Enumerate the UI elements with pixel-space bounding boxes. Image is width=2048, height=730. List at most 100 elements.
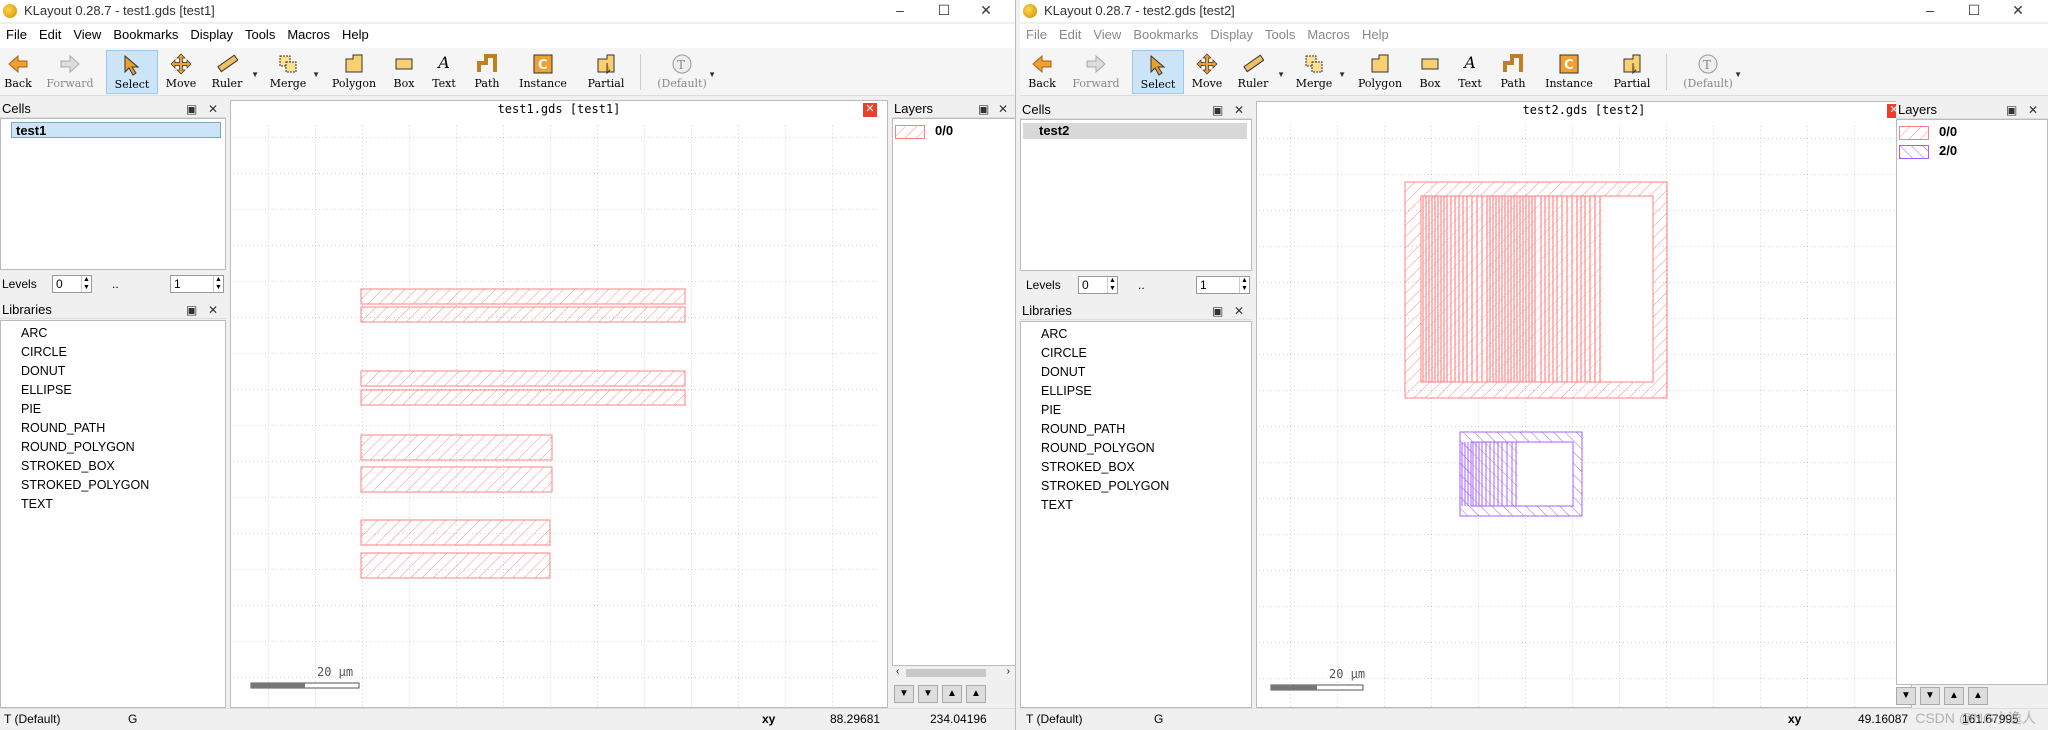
- library-item-circle[interactable]: CIRCLE: [1021, 344, 1251, 363]
- layer-row-0-0[interactable]: 0/0: [1899, 124, 1957, 140]
- float-panel-icon[interactable]: ▣: [1212, 302, 1223, 320]
- library-item-donut[interactable]: DONUT: [1021, 363, 1251, 382]
- close-panel-icon[interactable]: ✕: [1234, 101, 1244, 119]
- spin-arrows-icon[interactable]: ▲ ▼: [1107, 277, 1117, 293]
- menu-help[interactable]: Help: [336, 24, 375, 42]
- move-up-icon[interactable]: ▲: [1944, 687, 1964, 705]
- layout-canvas[interactable]: test1.gds [test1] ✕ 20 µm: [230, 100, 888, 708]
- layers-hscrollbar[interactable]: ‹ ›: [894, 666, 1012, 680]
- move-tool-button[interactable]: Move: [1181, 50, 1233, 94]
- instance-tool-button[interactable]: C Instance: [1543, 50, 1595, 94]
- layout-canvas[interactable]: test2.gds [test2] ✕ 20 µm: [1256, 101, 1912, 708]
- library-item-round-polygon[interactable]: ROUND_POLYGON: [1, 438, 225, 457]
- library-item-ellipse[interactable]: ELLIPSE: [1, 381, 225, 400]
- level-to-spinbox[interactable]: 1 ▲ ▼: [170, 275, 224, 293]
- move-up-icon[interactable]: ▲: [966, 685, 986, 703]
- float-panel-icon[interactable]: ▣: [2006, 101, 2017, 119]
- merge-tool-button[interactable]: Merge ▼: [262, 50, 320, 94]
- library-item-round-path[interactable]: ROUND_PATH: [1, 419, 225, 438]
- menu-bookmarks[interactable]: Bookmarks: [107, 24, 184, 42]
- ruler-dropdown-icon[interactable]: ▼: [1277, 70, 1285, 79]
- close-panel-icon[interactable]: ✕: [2028, 101, 2038, 119]
- default-template-button[interactable]: T (Default) ▼: [1680, 50, 1742, 94]
- library-item-stroked-box[interactable]: STROKED_BOX: [1, 457, 225, 476]
- move-down-icon[interactable]: ▼: [1920, 687, 1940, 705]
- library-item-stroked-polygon[interactable]: STROKED_POLYGON: [1021, 477, 1251, 496]
- close-panel-icon[interactable]: ✕: [208, 100, 218, 118]
- move-down-icon[interactable]: ▼: [918, 685, 938, 703]
- path-tool-button[interactable]: Path: [1487, 50, 1539, 94]
- partial-tool-button[interactable]: Partial: [1606, 50, 1658, 94]
- default-dropdown-icon[interactable]: ▼: [708, 70, 716, 79]
- close-panel-icon[interactable]: ✕: [1234, 302, 1244, 320]
- default-template-button[interactable]: T (Default) ▼: [654, 50, 716, 94]
- maximize-button[interactable]: ☐: [924, 0, 964, 22]
- menu-macros[interactable]: Macros: [1301, 24, 1356, 42]
- float-panel-icon[interactable]: ▣: [186, 301, 197, 319]
- library-item-arc[interactable]: ARC: [1, 324, 225, 343]
- move-down-icon[interactable]: ▼: [1896, 687, 1916, 705]
- menu-display[interactable]: Display: [1204, 24, 1259, 42]
- maximize-button[interactable]: ☐: [1954, 0, 1994, 22]
- back-button[interactable]: Back: [0, 50, 44, 94]
- layer-row-2-0[interactable]: 2/0: [1899, 143, 1957, 159]
- move-down-icon[interactable]: ▼: [894, 685, 914, 703]
- select-tool-button[interactable]: Select: [1132, 50, 1184, 94]
- spin-arrows-icon[interactable]: ▲ ▼: [1239, 277, 1249, 293]
- library-item-pie[interactable]: PIE: [1021, 401, 1251, 420]
- menu-display[interactable]: Display: [184, 24, 239, 42]
- spin-arrows-icon[interactable]: ▲ ▼: [81, 276, 91, 292]
- ruler-tool-button[interactable]: Ruler ▼: [1227, 50, 1285, 94]
- menu-macros[interactable]: Macros: [281, 24, 336, 42]
- scroll-right-icon[interactable]: ›: [1007, 666, 1010, 677]
- cell-item-test1[interactable]: test1: [11, 122, 221, 138]
- minimize-button[interactable]: –: [1910, 0, 1950, 22]
- polygon-tool-button[interactable]: Polygon: [1354, 50, 1406, 94]
- menu-help[interactable]: Help: [1356, 24, 1395, 42]
- library-item-text[interactable]: TEXT: [1021, 496, 1251, 515]
- float-panel-icon[interactable]: ▣: [186, 100, 197, 118]
- library-item-pie[interactable]: PIE: [1, 400, 225, 419]
- back-button[interactable]: Back: [1020, 50, 1068, 94]
- menu-view[interactable]: View: [67, 24, 107, 42]
- close-panel-icon[interactable]: ✕: [998, 100, 1008, 118]
- level-from-spinbox[interactable]: 0 ▲ ▼: [52, 275, 92, 293]
- merge-dropdown-icon[interactable]: ▼: [1338, 70, 1346, 79]
- forward-button[interactable]: Forward: [44, 50, 96, 94]
- select-tool-button[interactable]: Select: [106, 50, 158, 94]
- ruler-tool-button[interactable]: Ruler ▼: [201, 50, 259, 94]
- menu-edit[interactable]: Edit: [33, 24, 67, 42]
- path-tool-button[interactable]: Path: [461, 50, 513, 94]
- scroll-thumb[interactable]: [906, 669, 986, 677]
- move-up-icon[interactable]: ▲: [942, 685, 962, 703]
- library-item-text[interactable]: TEXT: [1, 495, 225, 514]
- menu-edit[interactable]: Edit: [1053, 24, 1087, 42]
- forward-button[interactable]: Forward: [1070, 50, 1122, 94]
- cell-item-test2[interactable]: test2: [1023, 123, 1247, 139]
- float-panel-icon[interactable]: ▣: [1212, 101, 1223, 119]
- spin-arrows-icon[interactable]: ▲ ▼: [213, 276, 223, 292]
- menu-tools[interactable]: Tools: [1259, 24, 1301, 42]
- move-tool-button[interactable]: Move: [155, 50, 207, 94]
- close-window-button[interactable]: ✕: [1998, 0, 2038, 22]
- level-from-spinbox[interactable]: 0 ▲ ▼: [1078, 276, 1118, 294]
- library-item-round-polygon[interactable]: ROUND_POLYGON: [1021, 439, 1251, 458]
- menu-tools[interactable]: Tools: [239, 24, 281, 42]
- level-to-spinbox[interactable]: 1 ▲ ▼: [1196, 276, 1250, 294]
- library-item-donut[interactable]: DONUT: [1, 362, 225, 381]
- minimize-button[interactable]: –: [880, 0, 920, 22]
- ruler-dropdown-icon[interactable]: ▼: [251, 70, 259, 79]
- merge-tool-button[interactable]: Merge ▼: [1288, 50, 1346, 94]
- library-item-stroked-polygon[interactable]: STROKED_POLYGON: [1, 476, 225, 495]
- menu-file[interactable]: File: [1020, 24, 1053, 42]
- merge-dropdown-icon[interactable]: ▼: [312, 70, 320, 79]
- close-panel-icon[interactable]: ✕: [208, 301, 218, 319]
- float-panel-icon[interactable]: ▣: [978, 100, 989, 118]
- scroll-left-icon[interactable]: ‹: [896, 666, 899, 677]
- close-window-button[interactable]: ✕: [966, 0, 1006, 22]
- library-item-round-path[interactable]: ROUND_PATH: [1021, 420, 1251, 439]
- menu-file[interactable]: File: [0, 24, 33, 42]
- library-item-stroked-box[interactable]: STROKED_BOX: [1021, 458, 1251, 477]
- instance-tool-button[interactable]: C Instance: [517, 50, 569, 94]
- menu-bookmarks[interactable]: Bookmarks: [1127, 24, 1204, 42]
